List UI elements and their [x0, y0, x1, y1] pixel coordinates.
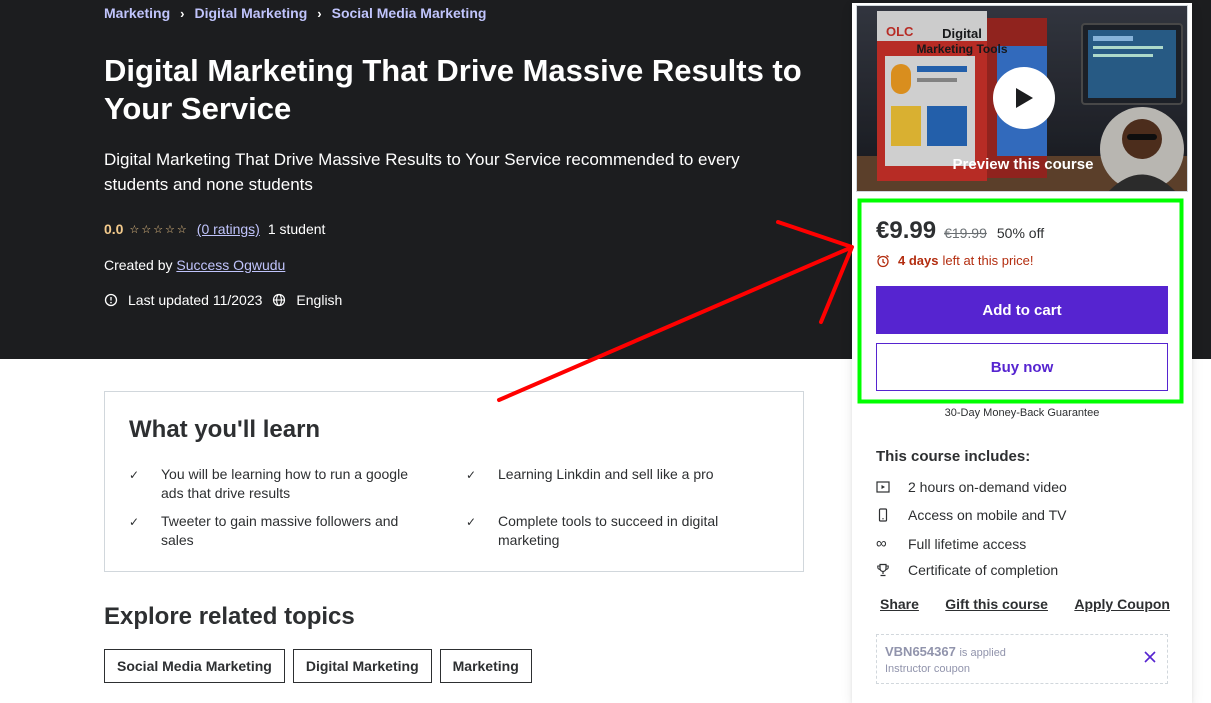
- related-topics: Social Media Marketing Digital Marketing…: [104, 649, 532, 683]
- ratings-count-link[interactable]: (0 ratings): [197, 221, 260, 237]
- topic-social-media-marketing[interactable]: Social Media Marketing: [104, 649, 285, 683]
- chevron-right-icon: ›: [317, 5, 322, 21]
- breadcrumb-item-digital-marketing[interactable]: Digital Marketing: [194, 5, 307, 21]
- share-link[interactable]: Share: [880, 596, 919, 612]
- include-item-label: Full lifetime access: [908, 535, 1027, 552]
- coupon-code: VBN654367: [885, 644, 956, 659]
- learn-item-text: Learning Linkdin and sell like a pro: [498, 466, 714, 482]
- purchase-sidebar: OLC Digital Marketing Tools Preview this…: [852, 3, 1192, 703]
- include-item-lifetime: ∞ Full lifetime access: [876, 535, 1026, 552]
- learn-item: ✓ Tweeter to gain massive followers and …: [129, 512, 419, 550]
- check-icon: ✓: [129, 468, 140, 482]
- video-icon: [876, 480, 908, 494]
- include-item-mobile: Access on mobile and TV: [876, 507, 1067, 523]
- current-price: €9.99: [876, 217, 937, 244]
- gift-course-link[interactable]: Gift this course: [945, 596, 1048, 612]
- learn-title: What you'll learn: [129, 416, 321, 443]
- alert-clock-icon: [104, 293, 118, 307]
- course-headline: Digital Marketing That Drive Massive Res…: [104, 150, 740, 194]
- alarm-clock-icon: [876, 254, 890, 268]
- breadcrumb: Marketing › Digital Marketing › Social M…: [104, 5, 486, 21]
- time-left-days: 4 days: [898, 253, 939, 268]
- related-topics-title: Explore related topics: [104, 603, 355, 630]
- chevron-right-icon: ›: [180, 5, 185, 21]
- last-updated: Last updated 11/2023: [128, 292, 263, 308]
- trophy-icon: [876, 563, 908, 577]
- check-icon: ✓: [129, 515, 140, 529]
- buy-now-button[interactable]: Buy now: [876, 343, 1168, 391]
- apply-coupon-link[interactable]: Apply Coupon: [1074, 596, 1170, 612]
- play-icon[interactable]: [993, 67, 1055, 129]
- close-icon[interactable]: [1143, 650, 1157, 664]
- time-left-notice: 4 days left at this price!: [876, 253, 1034, 268]
- money-back-guarantee: 30-Day Money-Back Guarantee: [944, 407, 1100, 419]
- infinity-icon: ∞: [876, 535, 887, 552]
- student-count: 1 student: [267, 221, 326, 237]
- coupon-applied-text: is applied: [959, 647, 1006, 659]
- star-rating-icon: ☆☆☆☆☆: [129, 223, 189, 236]
- learn-item-text: You will be learning how to run a google…: [161, 466, 408, 501]
- topic-marketing[interactable]: Marketing: [439, 649, 532, 683]
- coupon-type: Instructor coupon: [885, 663, 970, 675]
- learn-item: ✓ Learning Linkdin and sell like a pro: [466, 465, 756, 485]
- course-preview-video[interactable]: OLC Digital Marketing Tools Preview this…: [856, 5, 1188, 192]
- rating-row: 0.0 ☆☆☆☆☆ (0 ratings) 1 student: [104, 221, 325, 237]
- discount-percent: 50% off: [996, 225, 1045, 241]
- created-by-label: Created by: [104, 257, 173, 273]
- rating-value: 0.0: [104, 221, 124, 237]
- globe-icon: [272, 293, 286, 307]
- mobile-icon: [876, 508, 908, 522]
- course-language: English: [296, 292, 343, 308]
- includes-title: This course includes:: [876, 448, 1031, 465]
- include-item-label: Access on mobile and TV: [908, 507, 1067, 523]
- course-meta: Last updated 11/2023 English: [104, 292, 342, 308]
- check-icon: ✓: [466, 468, 477, 482]
- topic-digital-marketing[interactable]: Digital Marketing: [292, 649, 432, 683]
- applied-coupon: VBN654367 is applied Instructor coupon: [876, 634, 1168, 684]
- what-youll-learn-box: What you'll learn ✓ You will be learning…: [104, 391, 804, 572]
- add-to-cart-button[interactable]: Add to cart: [876, 286, 1168, 334]
- preview-label: Preview this course: [952, 156, 1094, 173]
- learn-item-text: Tweeter to gain massive followers and sa…: [161, 513, 399, 548]
- check-icon: ✓: [466, 515, 477, 529]
- price-block: €9.99 €19.99 50% off: [876, 217, 1044, 245]
- sidebar-actions: Share Gift this course Apply Coupon: [880, 596, 1170, 612]
- instructor-link[interactable]: Success Ogwudu: [176, 257, 285, 273]
- include-item-label: Certificate of completion: [908, 562, 1059, 578]
- learn-item: ✓ Complete tools to succeed in digital m…: [466, 512, 756, 550]
- learn-item: ✓ You will be learning how to run a goog…: [129, 465, 419, 503]
- breadcrumb-item-social-media-marketing[interactable]: Social Media Marketing: [332, 5, 487, 21]
- learn-item-text: Complete tools to succeed in digital mar…: [498, 513, 719, 548]
- include-item-label: 2 hours on-demand video: [908, 479, 1067, 495]
- time-left-text: left at this price!: [942, 253, 1034, 268]
- breadcrumb-item-marketing[interactable]: Marketing: [104, 5, 170, 21]
- course-title: Digital Marketing That Drive Massive Res…: [104, 53, 802, 126]
- created-by: Created by Success Ogwudu: [104, 257, 285, 273]
- original-price: €19.99: [944, 225, 987, 241]
- include-item-video: 2 hours on-demand video: [876, 479, 1067, 495]
- include-item-certificate: Certificate of completion: [876, 562, 1058, 578]
